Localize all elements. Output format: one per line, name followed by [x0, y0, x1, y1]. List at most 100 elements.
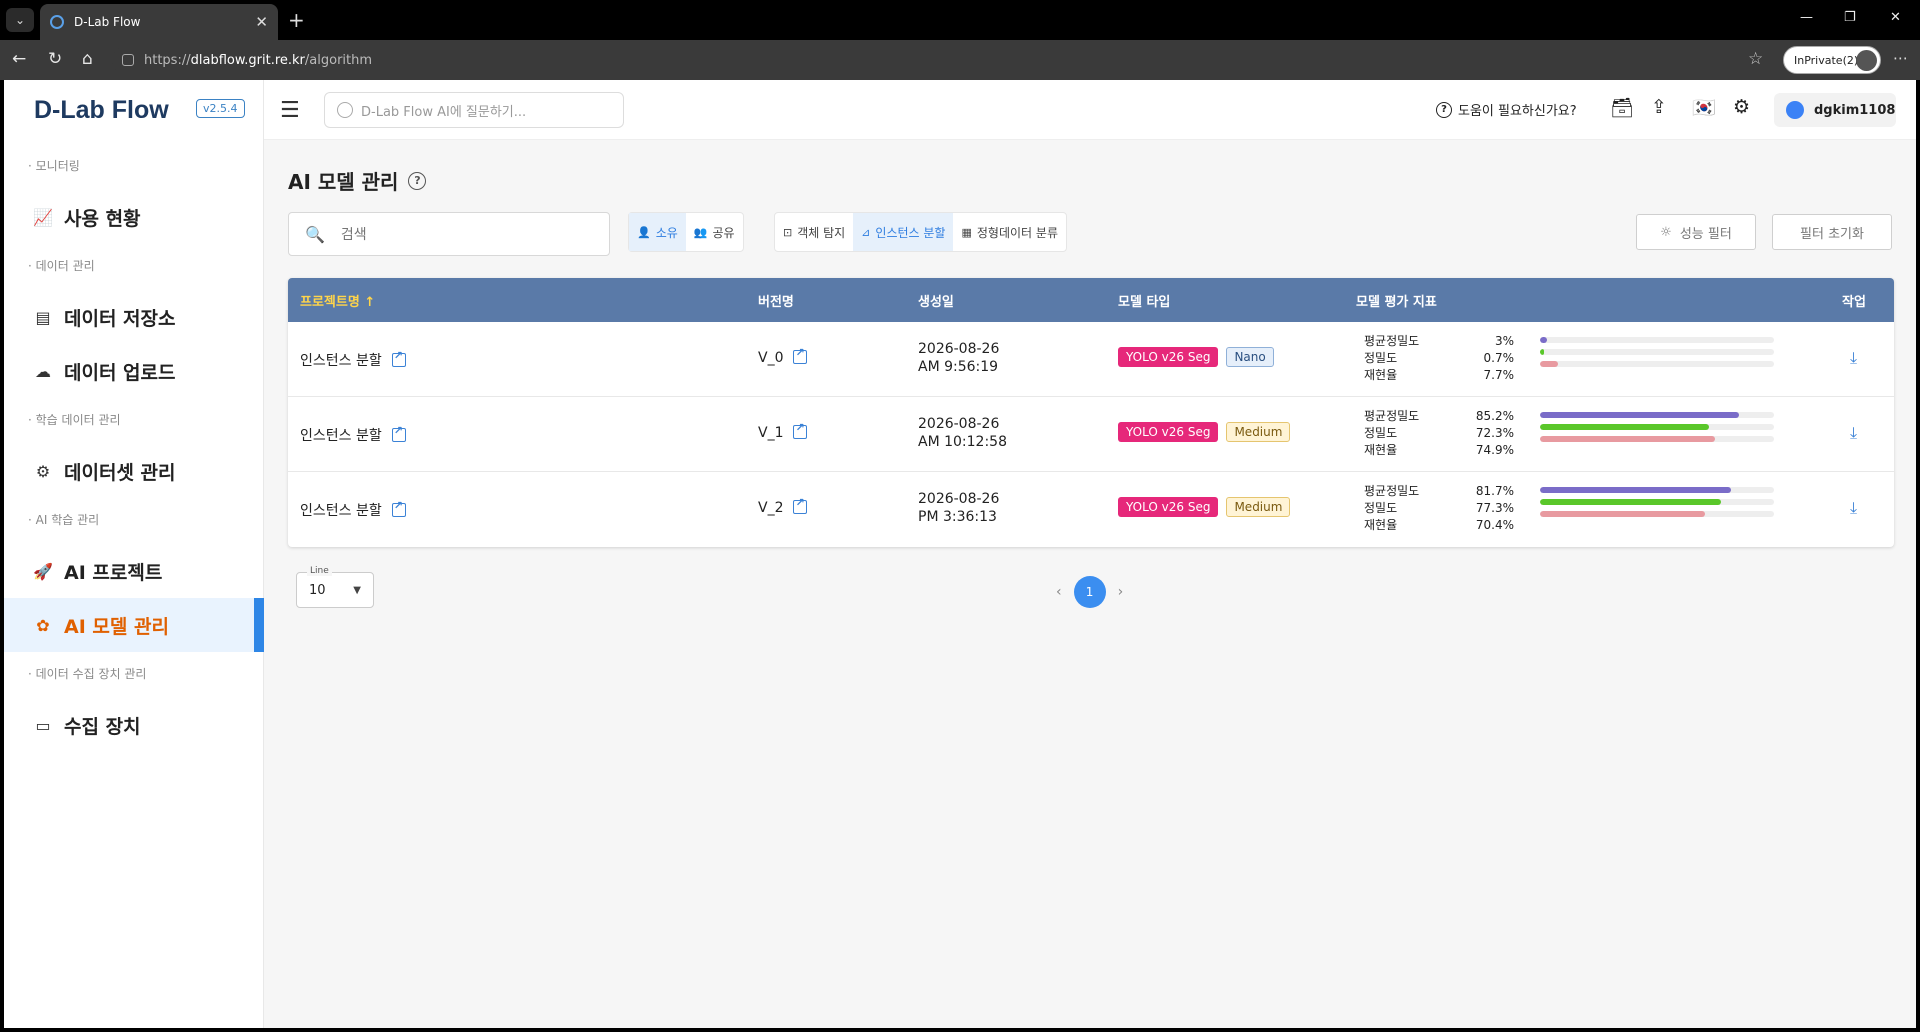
sidebar-item-device[interactable]: ▭ 수집 장치 — [4, 698, 264, 752]
browser-menu-icon[interactable]: ⋯ — [1893, 49, 1908, 67]
browser-tab[interactable]: D-Lab Flow ✕ — [40, 4, 278, 40]
open-link-icon[interactable] — [391, 499, 406, 517]
download-icon[interactable]: ⤓ — [1850, 423, 1857, 443]
close-window-button[interactable]: ✕ — [1890, 10, 1901, 25]
download-icon[interactable]: ⤓ — [1850, 498, 1857, 518]
section-monitoring: · 모니터링 — [28, 159, 80, 173]
korea-flag-icon[interactable]: 🇰🇷 — [1692, 96, 1716, 119]
metric-precision-value: 77.3% — [1475, 501, 1514, 515]
user-menu-button[interactable]: dgkim1108 — [1774, 93, 1896, 127]
filter-owned[interactable]: 👤 소유 — [629, 213, 686, 251]
ownership-filter: 👤 소유 👥 공유 — [628, 212, 744, 252]
task-type-filter: ⊡ 객체 탐지 ⊿ 인스턴스 분할 ▦ 정형데이터 분류 — [774, 212, 1067, 252]
metric-precision-label: 정밀도 — [1364, 351, 1398, 365]
minimize-button[interactable]: — — [1800, 10, 1813, 25]
reload-button[interactable]: ↻ — [48, 49, 62, 69]
version-cell[interactable]: V_2 — [758, 496, 808, 516]
download-icon[interactable]: ⤓ — [1850, 348, 1857, 368]
sidebar-item-label: AI 모델 관리 — [64, 615, 169, 638]
table-icon: ▦ — [961, 225, 972, 239]
project-cell[interactable]: 인스턴스 분할 — [300, 424, 406, 445]
project-cell[interactable]: 인스턴스 분할 — [300, 349, 406, 370]
sidebar-item-data-storage[interactable]: ▤ 데이터 저장소 — [4, 290, 264, 344]
version-cell[interactable]: V_0 — [758, 346, 808, 366]
model-size-tag: Nano — [1226, 347, 1274, 367]
page-button-current[interactable]: 1 — [1073, 576, 1106, 608]
rocket-icon: 🚀 — [33, 561, 53, 581]
model-type-cell: YOLO v26 Seg Medium — [1118, 422, 1291, 442]
inprivate-profile-button[interactable]: InPrivate(2) — [1783, 46, 1881, 74]
open-link-icon[interactable] — [793, 496, 808, 514]
metric-names: 평균정밀도 정밀도 재현율 — [1364, 408, 1419, 459]
open-link-icon[interactable] — [391, 424, 406, 442]
top-header: ☰ D-Lab Flow AI에 질문하기... ? 도움이 필요하신가요? 🗃… — [264, 80, 1916, 140]
model-size-tag: Medium — [1226, 422, 1291, 442]
sidebar-item-ai-model[interactable]: ✿ AI 모델 관리 — [4, 598, 264, 652]
rows-per-page-select[interactable]: Line 10 ▼ — [296, 566, 374, 608]
metric-recall-label: 재현율 — [1364, 518, 1398, 532]
home-button[interactable]: ⌂ — [82, 49, 93, 69]
filter-tabular-classification[interactable]: ▦ 정형데이터 분류 — [953, 213, 1066, 251]
ai-assistant-icon — [337, 102, 353, 118]
open-link-icon[interactable] — [391, 349, 406, 367]
performance-filter-button[interactable]: ☼ 성능 필터 — [1636, 214, 1756, 250]
search-box[interactable]: 🔍 — [288, 212, 610, 256]
sidebar-item-ai-project[interactable]: 🚀 AI 프로젝트 — [4, 544, 264, 598]
recall-bar — [1540, 436, 1716, 442]
username: dgkim1108 — [1814, 102, 1896, 118]
version-name: V_1 — [758, 425, 784, 441]
filter-instance-segmentation[interactable]: ⊿ 인스턴스 분할 — [853, 213, 954, 251]
metric-map-value: 3% — [1494, 334, 1514, 348]
upload-icon[interactable]: ⇪ — [1651, 96, 1667, 118]
page-help-icon[interactable]: ? — [408, 171, 427, 190]
filter-object-detection[interactable]: ⊡ 객체 탐지 — [775, 213, 853, 251]
prev-page-icon[interactable]: ‹ — [1056, 584, 1062, 600]
sidebar-item-usage[interactable]: 📈 사용 현황 — [4, 190, 264, 244]
sidebar-item-data-upload[interactable]: ☁ 데이터 업로드 — [4, 344, 264, 398]
version-name: V_2 — [758, 500, 784, 516]
open-link-icon[interactable] — [793, 421, 808, 439]
project-name: 인스턴스 분할 — [300, 503, 382, 519]
version-cell[interactable]: V_1 — [758, 421, 808, 441]
recall-bar — [1540, 511, 1705, 517]
new-tab-button[interactable]: + — [288, 8, 305, 32]
metric-bars — [1540, 482, 1774, 523]
close-tab-icon[interactable]: ✕ — [255, 13, 268, 31]
search-input[interactable] — [340, 226, 581, 242]
url-prefix: https:// — [144, 52, 191, 68]
header-project[interactable]: 프로젝트명 ↑ — [300, 291, 375, 310]
tab-list-button[interactable]: ⌄ — [6, 8, 34, 32]
page-title: AI 모델 관리 ? — [288, 166, 427, 195]
inprivate-label: InPrivate(2) — [1794, 53, 1859, 67]
header-model-type[interactable]: 모델 타입 — [1118, 291, 1170, 310]
url-host: dlabflow.grit.re.kr — [190, 52, 305, 68]
back-button[interactable]: ← — [12, 49, 26, 69]
created-time: PM 3:36:13 — [918, 509, 997, 525]
search-icon: 🔍 — [305, 224, 325, 244]
detection-icon: ⊡ — [783, 225, 793, 239]
settings-gear-icon[interactable]: ⚙ — [1733, 96, 1750, 118]
header-created[interactable]: 생성일 — [918, 291, 954, 310]
filter-shared[interactable]: 👥 공유 — [686, 213, 743, 251]
app-window: D-Lab Flow v2.5.4 · 모니터링 📈 사용 현황 · 데이터 관… — [4, 80, 1916, 1028]
model-type-cell: YOLO v26 Seg Medium — [1118, 497, 1291, 517]
app-logo[interactable]: D-Lab Flow — [34, 96, 169, 125]
reset-filter-button[interactable]: 필터 초기화 — [1772, 214, 1892, 250]
sidebar-item-label: 데이터 저장소 — [64, 307, 176, 330]
help-link[interactable]: ? 도움이 필요하신가요? — [1436, 100, 1577, 119]
archive-icon[interactable]: 🗃 — [1610, 96, 1634, 119]
restore-button[interactable]: ❐ — [1844, 10, 1856, 25]
project-cell[interactable]: 인스턴스 분할 — [300, 499, 406, 520]
address-bar[interactable]: https://dlabflow.grit.re.kr/algorithm — [112, 46, 1804, 74]
menu-toggle-icon[interactable]: ☰ — [280, 98, 300, 123]
lock-icon — [122, 54, 134, 66]
sidebar-item-dataset[interactable]: ⚙ 데이터셋 관리 — [4, 444, 264, 498]
open-link-icon[interactable] — [793, 346, 808, 364]
precision-bar — [1540, 424, 1710, 430]
ai-question-input[interactable]: D-Lab Flow AI에 질문하기... — [324, 92, 624, 128]
header-version[interactable]: 버전명 — [758, 291, 794, 310]
sidebar-item-label: 수집 장치 — [64, 715, 141, 738]
metric-names: 평균정밀도 정밀도 재현율 — [1364, 333, 1419, 384]
next-page-icon[interactable]: › — [1118, 584, 1124, 600]
favorite-star-icon[interactable]: ☆ — [1748, 49, 1763, 69]
